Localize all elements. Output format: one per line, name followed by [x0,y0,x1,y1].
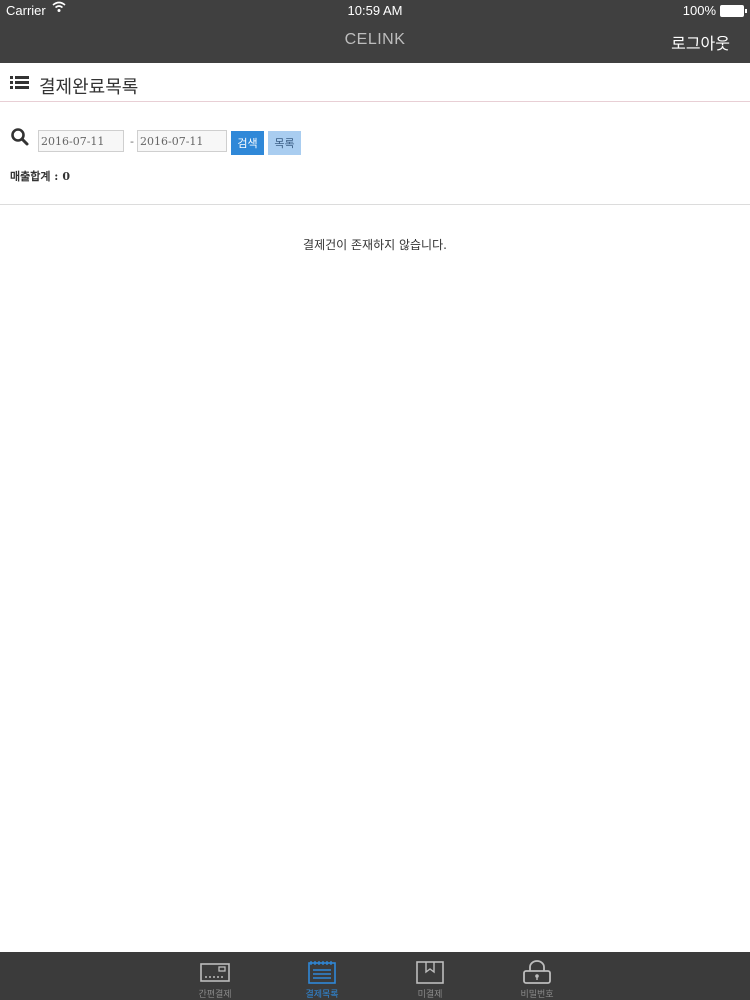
app-title: CELINK [344,31,406,48]
logout-button[interactable]: 로그아웃 [671,30,730,54]
tab-label: 결제목록 [305,990,339,1000]
search-icon [10,127,30,147]
tab-password[interactable]: 비밀번호 [497,952,577,1000]
list-icon [10,76,29,90]
search-form: - 검색 목록 [0,128,750,158]
tab-easy-pay[interactable]: 간편결제 [175,952,255,1000]
list-button[interactable]: 목록 [268,131,301,155]
battery-icon [720,4,747,17]
date-separator: - [130,135,134,148]
battery-indicator: 100% [682,3,747,18]
clock: 10:59 AM [347,3,403,18]
top-bar: Carrier 10:59 AM 100% CELINK 로그아웃 [0,0,750,63]
tab-bar: 간편결제 결제목록 미결제 비밀번호 [0,952,750,1000]
status-bar: Carrier 10:59 AM 100% [0,0,750,20]
tab-label: 비밀번호 [520,990,554,1000]
empty-message: 결제건이 존재하지 않습니다. [303,238,447,252]
sales-total: 매출합계 :0 [10,168,70,184]
battery-percent: 100% [682,3,716,18]
tab-label: 간편결제 [198,990,232,1000]
tab-unpaid[interactable]: 미결제 [390,952,470,1000]
lock-icon [522,960,552,984]
page-header: 결제완료목록 [0,63,750,102]
start-date-input[interactable] [38,130,124,152]
sales-total-amount: 0 [62,170,71,183]
divider [0,204,750,205]
tab-label: 미결제 [417,990,443,1000]
search-button[interactable]: 검색 [231,131,264,155]
card-reader-icon [200,960,230,984]
pending-doc-icon [415,960,445,984]
notebook-list-icon [307,960,337,984]
tab-payment-list[interactable]: 결제목록 [282,952,362,1000]
end-date-input[interactable] [137,130,227,152]
sales-total-label: 매출합계 : [10,170,59,183]
page-title: 결제완료목록 [39,77,139,98]
